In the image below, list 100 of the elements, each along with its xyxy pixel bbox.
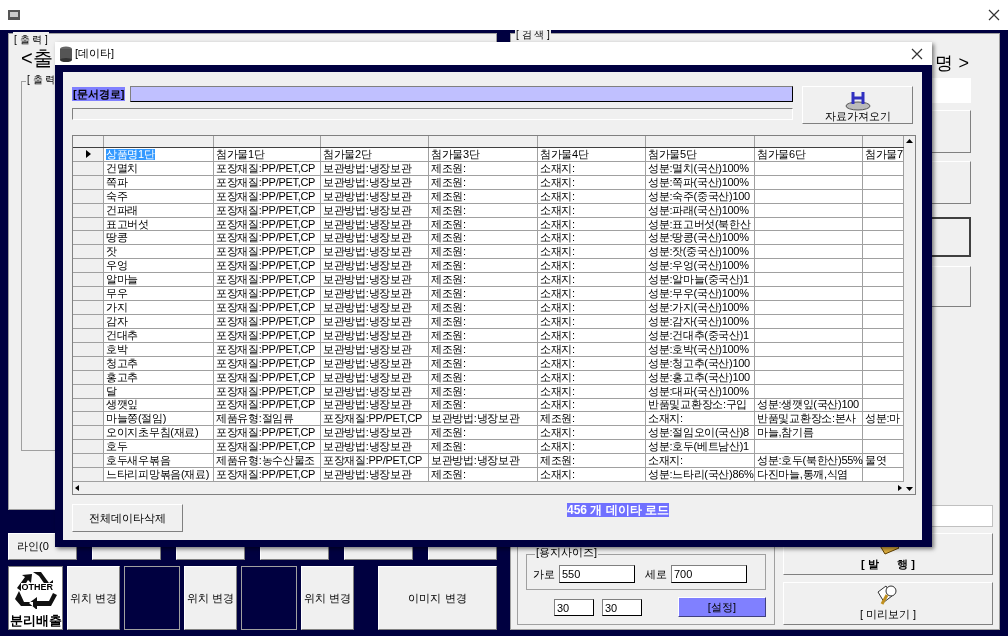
table-cell: 포장재질:PP/PET,CP — [214, 231, 321, 246]
table-cell: 제조원: — [429, 426, 538, 441]
group-legend: [ 출 력 — [26, 75, 57, 85]
table-cell: 제조원: — [429, 384, 538, 399]
table-cell: 호두 — [104, 440, 214, 455]
table-cell: 제조원: — [538, 454, 646, 469]
output-heading: <출 — [21, 48, 53, 68]
table-cell: 소재지: — [538, 287, 646, 302]
table-cell: 포장재질:PP/PET,CP — [214, 315, 321, 329]
load-button[interactable]: 자료가져오기 — [802, 86, 913, 124]
table-cell: 제조원: — [429, 315, 538, 329]
image-change-button[interactable]: 이미지 변경 — [378, 566, 497, 630]
table-cell: 성분:우엉(국산)100% — [646, 259, 755, 274]
table-cell: 제조원: — [429, 259, 538, 274]
table-cell: 보관방법:냉장보관 — [321, 426, 429, 441]
table-cell: 반품및교환장소:구입 — [646, 398, 755, 413]
width-field[interactable]: 550 — [559, 565, 635, 583]
preview-button[interactable]: [ 미리보기 ] — [783, 582, 993, 625]
table-cell: 제품유형:농수산물조 — [214, 454, 321, 469]
table-cell: 잣 — [104, 245, 214, 260]
horizontal-scrollbar[interactable] — [73, 482, 904, 494]
table-cell: 생깻잎 — [104, 398, 214, 413]
table-cell: 포장재질:PP/PET,CP — [214, 259, 321, 274]
position-change-button[interactable]: 위치 변경 — [301, 566, 354, 630]
table-cell: 무우 — [104, 287, 214, 302]
table-cell: 포장재질:PP/PET,CP — [214, 440, 321, 455]
table-cell: 감자 — [104, 315, 214, 329]
table-cell: 소재지: — [538, 356, 646, 371]
path-field[interactable] — [130, 86, 794, 102]
table-cell: 소재지: — [538, 203, 646, 218]
table-cell: 성분:땅콩(국산)100% — [646, 231, 755, 246]
scroll-down-icon[interactable] — [906, 487, 913, 491]
table-cell: 제조원: — [429, 161, 538, 176]
table-cell: 소재지: — [538, 189, 646, 204]
table-cell: 소재지: — [538, 398, 646, 413]
table-cell: 성분:무우(국산)100% — [646, 287, 755, 302]
table-cell: 첨가물6단 — [755, 147, 863, 162]
margin-field[interactable]: 30 — [554, 598, 594, 616]
height-field[interactable]: 700 — [671, 565, 747, 583]
table-cell: 소재지: — [538, 384, 646, 399]
table-cell: 소재지: — [538, 217, 646, 232]
table-cell: 보관방법:냉장보관 — [321, 301, 429, 315]
table-cell: 마늘,참기름 — [755, 426, 863, 441]
load-status: 456 개 데이타 로드 — [567, 503, 670, 517]
table-cell: 쪽파 — [104, 175, 214, 190]
table-cell: 보관방법:냉장보관 — [321, 370, 429, 385]
table-cell: 보관방법:냉장보관 — [321, 342, 429, 357]
table-cell: 소재지: — [538, 440, 646, 455]
vertical-scrollbar[interactable] — [904, 136, 915, 494]
table-cell: 가지 — [104, 301, 214, 315]
table-cell: 오이지초무침(재료) — [104, 426, 214, 441]
table-cell: 제조원: — [538, 412, 646, 427]
table-cell: 제조원: — [429, 356, 538, 371]
table-cell: 보관방법:냉장보관 — [321, 398, 429, 413]
table-cell: 포장재질:PP/PET,CP — [214, 245, 321, 260]
table-cell: 제품유형:절임류 — [214, 412, 321, 427]
table-cell: 성분:멸치(국산)100% — [646, 161, 755, 176]
table-cell: 반품및교환장소:본사 — [755, 412, 863, 427]
position-change-button[interactable]: 위치 변경 — [184, 566, 237, 630]
table-cell: 성분:호두(북한산)55% — [755, 454, 863, 469]
table-cell: 포장재질:PP/PET,CP — [214, 370, 321, 385]
table-cell: 제조원: — [429, 231, 538, 246]
table-cell: 제조원: — [429, 370, 538, 385]
position-change-button[interactable]: 위치 변경 — [67, 566, 120, 630]
table-cell: 포장재질:PP/PET,CP — [214, 356, 321, 371]
close-icon[interactable] — [911, 47, 923, 60]
delete-all-button[interactable]: 전체데이타삭제 — [72, 504, 183, 532]
table-cell: 첨가물2단 — [321, 147, 429, 162]
table-cell: 성분:건대추(중국산)1 — [646, 328, 755, 343]
table-cell: 첨가물5단 — [646, 147, 755, 162]
table-cell: 포장재질:PP/PET,CP — [214, 203, 321, 218]
table-cell: 성분:잣(중국산)100% — [646, 245, 755, 260]
table-cell: 보관방법:냉장보관 — [429, 454, 538, 469]
table-cell: 성분:생깻잎(국산)100 — [755, 398, 863, 413]
group-legend: [용지사이즈] — [535, 547, 599, 558]
table-cell: 포장재질:PP/PET,CP — [321, 454, 429, 469]
table-cell: 소재지: — [538, 273, 646, 288]
group-legend: [ 검 색 ] — [515, 30, 551, 40]
row-pointer-icon — [85, 150, 91, 159]
recycle-label: 분리배출 — [9, 614, 62, 627]
scroll-up-icon[interactable] — [906, 139, 913, 143]
table-cell: 포장재질:PP/PET,CP — [214, 342, 321, 357]
width-label: 가로 — [533, 566, 555, 582]
margin-field[interactable]: 30 — [601, 598, 642, 616]
table-cell: 보관방법:냉장보관 — [321, 356, 429, 371]
scroll-right-icon[interactable] — [898, 485, 902, 492]
scroll-left-icon[interactable] — [75, 485, 79, 492]
table-cell: 성분:감자(국산)100% — [646, 315, 755, 329]
table-cell: 소재지: — [538, 426, 646, 441]
table-cell: 보관방법:냉장보관 — [429, 412, 538, 427]
table-cell: 보관방법:냉장보관 — [321, 287, 429, 302]
log-field[interactable] — [72, 108, 794, 120]
table-cell: 제조원: — [429, 301, 538, 315]
set-button[interactable]: [설정] — [677, 597, 766, 617]
table-cell: 성분:알마늘(중국산)1 — [646, 273, 755, 288]
table-cell: 소재지: — [538, 315, 646, 329]
table-cell: 포장재질:PP/PET,CP — [214, 175, 321, 190]
table-cell: 포장재질:PP/PET,CP — [214, 217, 321, 232]
table-cell: 포장재질:PP/PET,CP — [214, 328, 321, 343]
close-icon[interactable] — [988, 9, 1000, 21]
